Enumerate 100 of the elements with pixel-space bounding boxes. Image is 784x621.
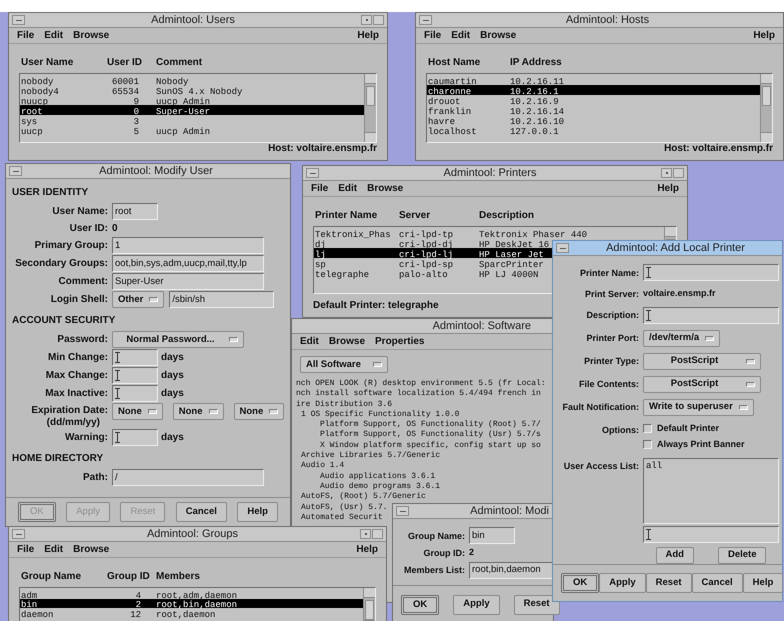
scrollbar[interactable] xyxy=(363,588,375,621)
minimize-button[interactable] xyxy=(360,529,371,539)
scrollbar[interactable] xyxy=(364,74,376,142)
menu-item[interactable]: File xyxy=(424,30,442,40)
tree-item[interactable]: Audio 1.4 xyxy=(301,461,344,472)
menu-item[interactable]: File xyxy=(17,30,34,40)
input-field[interactable] xyxy=(643,306,779,324)
list-row[interactable]: caumartin 10.2.16.11 xyxy=(427,75,760,85)
list-row[interactable]: nobody 60001 Nobody xyxy=(20,75,364,85)
tree-item[interactable]: AutoFS, (Root) 5.7/Generic xyxy=(301,492,426,503)
dropdown-button[interactable]: PostScript xyxy=(643,352,761,370)
list-row[interactable]: sys 3 xyxy=(20,115,364,125)
list-row[interactable]: drouot 10.2.16.9 xyxy=(427,95,760,105)
tree-item[interactable]: X Window platform specific, config start up so xyxy=(320,440,541,452)
window-menu-button[interactable] xyxy=(306,168,319,178)
tree-item[interactable]: nch install software localization 5.4/494 french in xyxy=(296,389,541,400)
list-row[interactable]: franklin 10.2.16.14 xyxy=(427,105,760,115)
input-field[interactable]: /sbin/sh xyxy=(169,291,274,308)
tree-item[interactable]: Automated Securit xyxy=(301,512,383,524)
list-row[interactable]: nuucp 9 uucp Admin xyxy=(20,95,364,105)
input-field[interactable]: Super-User xyxy=(112,273,264,290)
column-header[interactable]: Server xyxy=(399,210,430,221)
list-row[interactable]: localhost 127.0.0.1 xyxy=(427,125,760,135)
menu-item[interactable]: Browse xyxy=(73,544,110,554)
column-header[interactable]: Group ID xyxy=(107,571,150,582)
checkbox[interactable] xyxy=(643,424,652,433)
scrollbar[interactable] xyxy=(760,74,772,142)
menu-item[interactable]: Browse xyxy=(73,30,110,40)
tree-item[interactable]: Audio demo programs 3.6.1 xyxy=(320,482,440,492)
menu-item[interactable]: Edit xyxy=(300,336,319,346)
list-action-button[interactable]: Add xyxy=(656,546,694,564)
dropdown-button[interactable]: None xyxy=(112,403,163,420)
input-field[interactable] xyxy=(112,349,158,366)
tree-item[interactable]: ire Distribution 3.6 xyxy=(296,400,392,410)
list-entry[interactable]: all xyxy=(646,460,776,472)
list-row[interactable]: nobody4 65534 SunOS 4.x Nobody xyxy=(20,85,364,95)
tree-item[interactable]: Platform Support, OS Functionality (Usr) 5.7/s xyxy=(320,430,541,441)
tree-item[interactable]: 1 OS Specific Functionality 1.0.0 xyxy=(301,410,460,420)
menu-item[interactable]: Edit xyxy=(44,544,64,554)
dialog-button[interactable]: OK xyxy=(561,573,600,593)
checkbox[interactable] xyxy=(643,440,652,450)
list-action-button[interactable]: Delete xyxy=(718,546,766,564)
menu-item[interactable]: Browse xyxy=(367,184,404,194)
tree-item[interactable]: AutoFS, (Usr) 5.7. xyxy=(301,502,388,513)
input-field[interactable]: oot,bin,sys,adm,uucp,mail,tty,lp xyxy=(112,255,264,272)
dialog-button[interactable]: Reset xyxy=(646,573,692,593)
help-menu[interactable]: Help xyxy=(753,30,775,40)
input-field[interactable] xyxy=(112,429,158,446)
column-header[interactable]: Group Name xyxy=(21,571,82,582)
dropdown-button[interactable]: Write to superuser xyxy=(643,398,754,416)
list-row[interactable]: bin 2 root,bin,daemon xyxy=(20,598,363,608)
menu-item[interactable]: Edit xyxy=(338,184,358,194)
minimize-button[interactable] xyxy=(661,168,672,178)
list-row[interactable]: havre 10.2.16.10 xyxy=(427,115,760,125)
input-field[interactable] xyxy=(643,526,779,542)
dropdown-button[interactable]: All Software xyxy=(300,356,388,373)
input-field[interactable]: / xyxy=(112,469,264,486)
dialog-button[interactable]: OK xyxy=(401,594,440,614)
list-row[interactable]: charonne 10.2.16.1 xyxy=(427,85,760,95)
tree-item[interactable]: Audio applications 3.6.1 xyxy=(320,472,436,482)
column-header[interactable]: Host Name xyxy=(428,57,480,68)
menu-item[interactable]: Browse xyxy=(480,30,516,40)
list-row[interactable]: uucp 5 uucp Admin xyxy=(20,125,364,135)
dropdown-button[interactable]: Normal Password... xyxy=(112,331,244,348)
column-header[interactable]: Printer Name xyxy=(315,210,378,221)
dropdown-button[interactable]: PostScript xyxy=(643,376,761,392)
dropdown-button[interactable]: None xyxy=(234,403,284,420)
window-menu-button[interactable] xyxy=(556,243,569,253)
column-header[interactable]: User Name xyxy=(21,57,74,68)
list-row[interactable]: Tektronix_Phas cri-lpd-tp Tektronix Phaser 440 xyxy=(314,228,664,238)
help-menu[interactable]: Help xyxy=(356,544,378,554)
list-row[interactable]: root 0 Super-User xyxy=(20,105,364,115)
window-menu-button[interactable] xyxy=(12,529,25,539)
menu-item[interactable]: Edit xyxy=(451,30,470,40)
input-field[interactable]: root,bin,daemon xyxy=(469,562,553,578)
window-menu-button[interactable] xyxy=(9,166,22,176)
column-header[interactable]: Description xyxy=(479,210,534,221)
window-menu-button[interactable] xyxy=(396,506,409,516)
menu-item[interactable]: Properties xyxy=(375,336,424,346)
menu-item[interactable]: File xyxy=(17,544,34,554)
dropdown-button[interactable]: None xyxy=(172,403,224,420)
dialog-button[interactable]: Apply xyxy=(599,573,646,593)
help-menu[interactable]: Help xyxy=(357,30,379,40)
input-field[interactable]: root xyxy=(112,203,158,220)
dialog-button[interactable]: Apply xyxy=(453,594,500,614)
column-header[interactable]: IP Address xyxy=(510,57,562,68)
column-header[interactable]: User ID xyxy=(107,57,142,68)
dialog-button[interactable]: Help xyxy=(742,573,784,593)
tree-item[interactable]: nch OPEN LOOK (R) desktop environment 5.5 (fr Local: xyxy=(296,379,546,390)
tree-item[interactable]: Platform Support, OS Functionality (Root) 5.7/ xyxy=(320,420,541,430)
column-header[interactable]: Comment xyxy=(156,57,202,68)
menu-item[interactable]: Edit xyxy=(44,30,64,40)
input-field[interactable] xyxy=(112,367,158,384)
menu-item[interactable]: File xyxy=(311,184,328,194)
input-field[interactable]: 1 xyxy=(112,237,264,254)
dialog-button[interactable]: Help xyxy=(237,502,278,522)
dialog-button[interactable]: Cancel xyxy=(692,573,743,593)
dropdown-button[interactable]: /dev/term/a xyxy=(643,330,720,346)
window-menu-button[interactable] xyxy=(12,15,25,25)
minimize-button[interactable] xyxy=(361,15,372,25)
